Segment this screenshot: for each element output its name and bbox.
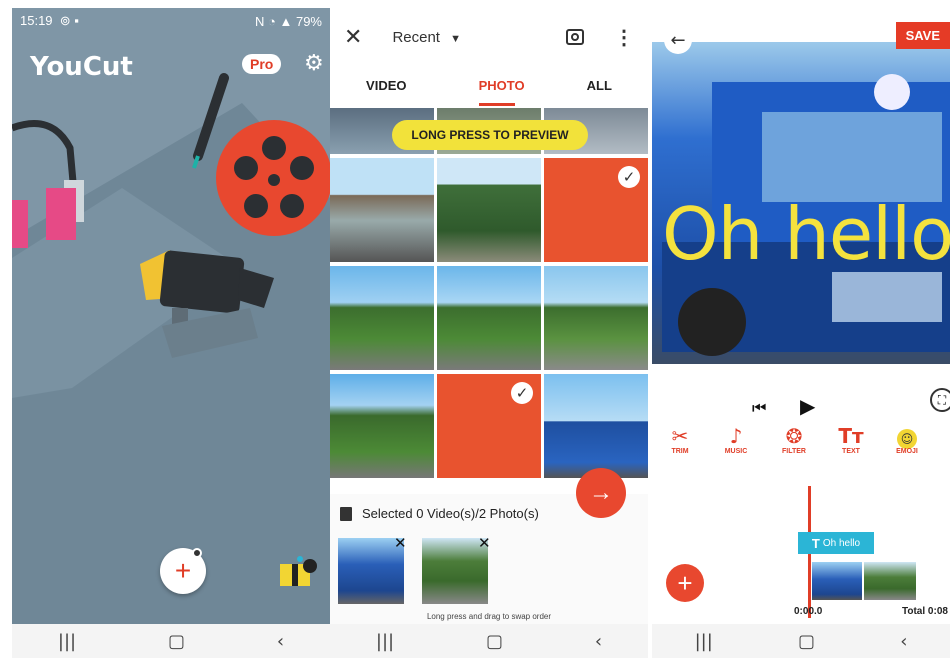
video-preview[interactable]: Oh hello [652, 42, 950, 364]
filter-icon: ❂ [785, 424, 803, 448]
check-icon: ✓ [618, 166, 640, 188]
tool-label: FILTER [782, 448, 806, 455]
tab-video[interactable]: VIDEO [366, 70, 406, 106]
emoji-icon: ☺ [880, 424, 934, 449]
selection-count: Selected 0 Video(s)/2 Photo(s) [362, 506, 539, 521]
recents-icon[interactable]: ||| [376, 631, 394, 652]
tool-label: MUSIC [724, 448, 748, 455]
photo-thumbnail[interactable] [437, 266, 541, 370]
timeline-clip[interactable] [864, 562, 916, 600]
clock-badge-icon [192, 548, 202, 558]
text-clip[interactable]: T Oh hello [798, 532, 874, 554]
text-icon: T [811, 535, 820, 551]
close-icon[interactable]: ✕ [344, 25, 362, 50]
tool-label: TEXT [842, 448, 860, 455]
skip-back-icon[interactable]: ⏮ [752, 398, 766, 418]
gift-icon[interactable] [280, 556, 318, 586]
back-icon[interactable]: ‹ [277, 631, 284, 652]
tab-all[interactable]: ALL [587, 70, 612, 106]
home-icon[interactable]: ▢ [798, 631, 815, 652]
splash-illustration [12, 73, 330, 624]
photo-thumbnail[interactable] [544, 266, 648, 370]
editing-toolbar: ✂ TRIM ♪ MUSIC ❂ FILTER Tт TEXT ☺ EMOJI [652, 424, 950, 474]
back-icon[interactable]: ‹ [595, 631, 602, 652]
film-reel-icon [216, 120, 330, 236]
preview-hint-banner: LONG PRESS TO PREVIEW [392, 120, 588, 150]
save-button[interactable]: SAVE [895, 22, 950, 49]
filter-tool[interactable]: ❂ FILTER [767, 424, 821, 455]
system-nav-bar: ||| ▢ ‹ [652, 624, 950, 658]
music-tool[interactable]: ♪ MUSIC [709, 424, 763, 455]
media-picker-screen: ✕ Recent ▼ ⋮ VIDEO PHOTO ALL ✓ ✓ LONG PR… [330, 8, 648, 624]
next-button[interactable]: → [576, 468, 626, 518]
text-clip-label: Oh hello [822, 537, 861, 549]
tab-photo[interactable]: PHOTO [478, 70, 525, 106]
editor-screen: Oh hello ← SAVE ⏮ ▶ ⛶ ✂ TRIM ♪ MUSIC ❂ FILT… [652, 8, 950, 624]
tool-label: EMOJI [896, 448, 918, 455]
more-vert-icon[interactable]: ⋮ [614, 25, 634, 50]
back-icon[interactable]: ‹ [900, 631, 907, 652]
text-tool[interactable]: Tт TEXT [824, 424, 878, 455]
remove-icon[interactable]: ✕ [394, 534, 407, 552]
album-dropdown[interactable]: Recent ▼ [392, 29, 461, 46]
check-icon: ✓ [511, 382, 533, 404]
timeline-clip[interactable] [812, 562, 862, 600]
album-dropdown-label: Recent [392, 28, 440, 46]
headphones-icon [12, 120, 84, 248]
splash-screen: 15:19 ⊚ ▪ N ◔ ▲ 79% YouCut Pro ⚙ + [12, 8, 330, 624]
music-note-icon: ♪ [729, 424, 743, 448]
plus-icon: + [174, 555, 192, 586]
trim-tool[interactable]: ✂ TRIM [653, 424, 707, 455]
tool-label: TRIM [671, 448, 689, 455]
picker-toolbar: ✕ Recent ▼ ⋮ [330, 8, 648, 66]
trash-icon[interactable] [340, 506, 352, 521]
photo-thumbnail-selected[interactable]: ✓ [437, 374, 541, 478]
total-time: Total 0:08 [902, 606, 948, 617]
gear-icon[interactable]: ⚙ [304, 50, 324, 76]
photo-thumbnail[interactable] [437, 158, 541, 262]
recents-icon[interactable]: ||| [58, 631, 76, 652]
camera-icon[interactable] [566, 29, 584, 45]
emoji-tool[interactable]: ☺ EMOJI [880, 424, 934, 455]
arrow-left-icon[interactable]: ← [664, 26, 692, 54]
text-icon: Tт [838, 424, 864, 448]
remove-icon[interactable]: ✕ [478, 534, 491, 552]
scissors-icon: ✂ [671, 424, 689, 448]
recents-icon[interactable]: ||| [695, 631, 713, 652]
add-media-button[interactable]: + [666, 564, 704, 602]
system-nav-bar: ||| ▢ ‹ [12, 624, 330, 658]
reorder-hint: Long press and drag to swap order [426, 612, 552, 621]
chevron-down-icon: ▼ [450, 32, 462, 45]
play-icon[interactable]: ▶ [800, 394, 815, 418]
photo-thumbnail[interactable] [330, 374, 434, 478]
photo-thumbnail[interactable] [544, 374, 648, 478]
photo-thumbnail-selected[interactable]: ✓ [544, 158, 648, 262]
status-bar: 15:19 ⊚ ▪ N ◔ ▲ 79% [20, 13, 322, 29]
fullscreen-icon[interactable]: ⛶ [930, 388, 950, 412]
photo-grid: ✓ ✓ [330, 108, 648, 490]
home-icon[interactable]: ▢ [168, 631, 185, 652]
pro-badge[interactable]: Pro [242, 54, 282, 74]
system-nav-bar: ||| ▢ ‹ [330, 624, 648, 658]
media-tabs: VIDEO PHOTO ALL [330, 70, 648, 106]
app-logo: YouCut [30, 52, 133, 82]
current-time: 0:00.0 [794, 606, 823, 617]
arrow-right-icon: → [589, 479, 613, 506]
text-overlay[interactable]: Oh hello [662, 192, 950, 276]
battery-level: 79% [295, 13, 322, 29]
home-icon[interactable]: ▢ [486, 631, 503, 652]
plus-icon: + [677, 567, 693, 598]
status-time: 15:19 [20, 13, 53, 28]
photo-thumbnail[interactable] [330, 266, 434, 370]
photo-thumbnail[interactable] [330, 158, 434, 262]
signal-icon: N ◔ ▲ [255, 13, 293, 29]
